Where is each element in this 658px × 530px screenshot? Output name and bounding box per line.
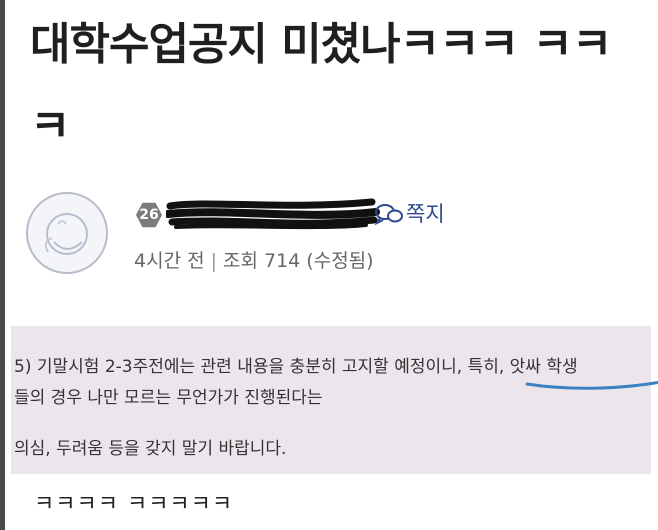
note-link[interactable]: 쪽지 <box>406 198 445 228</box>
author-name-redacted[interactable] <box>164 196 380 232</box>
avatar[interactable] <box>26 192 108 274</box>
highlight-underline <box>525 380 658 390</box>
notice-line-1: 5) 기말시험 2-3주전에는 관련 내용을 충분히 고지할 예정이니, 특히,… <box>14 357 578 377</box>
post-meta: 4시간 전 | 조회 714 (수정됨) <box>134 246 374 273</box>
post-title: 대학수업공지 미쳤나ㅋㅋㅋ ㅋㅋㅋ <box>30 19 612 152</box>
author-section: 26 쪽지 4시간 전 | 조회 714 (수정됨) <box>26 186 626 286</box>
notice-line-2: 들의 경우 나만 모르는 무언가가 진행된다는 <box>14 388 323 408</box>
edited-label: (수정됨) <box>306 250 374 272</box>
left-border <box>0 0 5 530</box>
message-icon[interactable] <box>374 202 404 226</box>
avatar-illustration-icon <box>44 213 88 255</box>
meta-separator: | <box>210 250 217 272</box>
view-count: 조회 714 <box>222 250 301 272</box>
post-time: 4시간 전 <box>134 250 205 272</box>
comment-text: ㅋㅋㅋㅋ ㅋㅋㅋㅋㅋ <box>34 492 234 517</box>
quoted-notice: 5) 기말시험 2-3주전에는 관련 내용을 충분히 고지할 예정이니, 특히,… <box>11 326 658 474</box>
level-badge: 26 <box>136 202 162 228</box>
notice-line-3: 의심, 두려움 등을 갖지 말기 바랍니다. <box>14 439 287 459</box>
